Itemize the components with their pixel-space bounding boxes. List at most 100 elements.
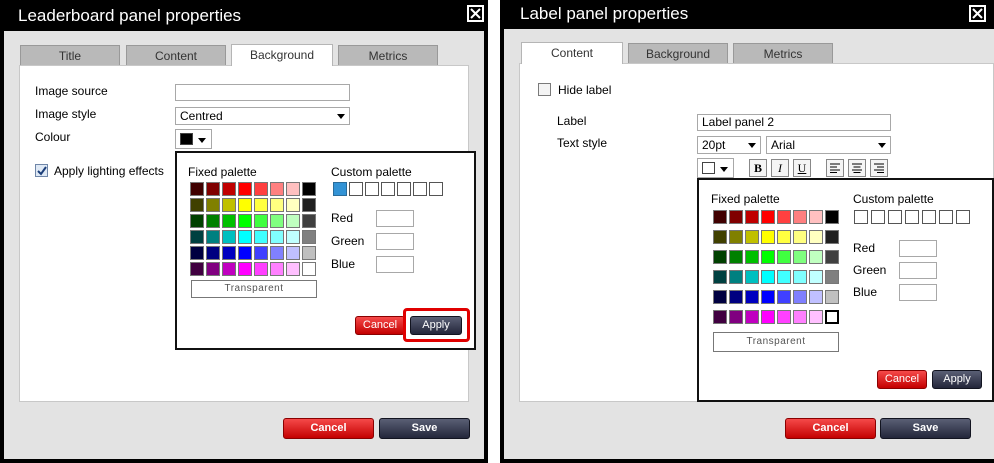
palette-swatch[interactable] bbox=[713, 290, 727, 304]
palette-swatch[interactable] bbox=[238, 198, 252, 212]
palette-swatch[interactable] bbox=[761, 270, 775, 284]
palette-swatch[interactable] bbox=[270, 214, 284, 228]
palette-swatch[interactable] bbox=[222, 214, 236, 228]
palette-swatch[interactable] bbox=[206, 262, 220, 276]
palette-swatch[interactable] bbox=[809, 270, 823, 284]
transparent-button[interactable]: Transparent bbox=[191, 280, 317, 298]
palette-swatch[interactable] bbox=[761, 250, 775, 264]
palette-swatch[interactable] bbox=[190, 198, 204, 212]
close-button[interactable] bbox=[969, 5, 986, 22]
palette-swatch[interactable] bbox=[825, 210, 839, 224]
palette-swatch[interactable] bbox=[222, 262, 236, 276]
custom-palette-swatch[interactable] bbox=[888, 210, 902, 224]
custom-palette-swatch[interactable] bbox=[349, 182, 363, 196]
palette-swatch[interactable] bbox=[190, 262, 204, 276]
palette-swatch[interactable] bbox=[777, 230, 791, 244]
palette-swatch[interactable] bbox=[825, 270, 839, 284]
tab-metrics[interactable]: Metrics bbox=[733, 43, 833, 63]
palette-swatch[interactable] bbox=[729, 250, 743, 264]
label-input[interactable]: Label panel 2 bbox=[697, 114, 891, 131]
palette-swatch[interactable] bbox=[238, 262, 252, 276]
save-button[interactable]: Save bbox=[880, 418, 971, 439]
palette-swatch[interactable] bbox=[793, 270, 807, 284]
custom-palette-swatch[interactable] bbox=[922, 210, 936, 224]
palette-swatch[interactable] bbox=[254, 214, 268, 228]
palette-swatch[interactable] bbox=[745, 290, 759, 304]
palette-swatch[interactable] bbox=[809, 290, 823, 304]
palette-swatch[interactable] bbox=[254, 182, 268, 196]
palette-swatch[interactable] bbox=[825, 310, 839, 324]
palette-swatch[interactable] bbox=[745, 210, 759, 224]
palette-swatch[interactable] bbox=[777, 250, 791, 264]
align-left-button[interactable] bbox=[826, 159, 844, 177]
custom-palette-swatch[interactable] bbox=[939, 210, 953, 224]
palette-swatch[interactable] bbox=[206, 214, 220, 228]
palette-swatch[interactable] bbox=[745, 310, 759, 324]
blue-input[interactable] bbox=[899, 284, 937, 301]
palette-swatch[interactable] bbox=[254, 262, 268, 276]
palette-cancel-button[interactable]: Cancel bbox=[355, 316, 405, 335]
cancel-button[interactable]: Cancel bbox=[283, 418, 374, 439]
custom-palette-swatch[interactable] bbox=[956, 210, 970, 224]
close-button[interactable] bbox=[467, 5, 484, 22]
green-input[interactable] bbox=[376, 233, 414, 250]
tab-background[interactable]: Background bbox=[231, 44, 333, 66]
palette-swatch[interactable] bbox=[729, 210, 743, 224]
palette-swatch[interactable] bbox=[761, 310, 775, 324]
palette-swatch[interactable] bbox=[729, 310, 743, 324]
palette-swatch[interactable] bbox=[238, 246, 252, 260]
palette-swatch[interactable] bbox=[745, 270, 759, 284]
palette-swatch[interactable] bbox=[745, 230, 759, 244]
colour-picker-button[interactable] bbox=[175, 129, 212, 149]
palette-swatch[interactable] bbox=[302, 230, 316, 244]
palette-swatch[interactable] bbox=[286, 214, 300, 228]
palette-swatch[interactable] bbox=[713, 310, 727, 324]
palette-swatch[interactable] bbox=[270, 246, 284, 260]
palette-swatch[interactable] bbox=[729, 230, 743, 244]
hide-label-checkbox[interactable] bbox=[538, 83, 551, 96]
palette-swatch[interactable] bbox=[190, 246, 204, 260]
red-input[interactable] bbox=[899, 240, 937, 257]
palette-swatch[interactable] bbox=[286, 182, 300, 196]
palette-swatch[interactable] bbox=[254, 198, 268, 212]
custom-palette-swatch[interactable] bbox=[905, 210, 919, 224]
font-family-select[interactable]: Arial bbox=[766, 136, 891, 154]
palette-swatch[interactable] bbox=[713, 230, 727, 244]
palette-swatch[interactable] bbox=[825, 290, 839, 304]
palette-swatch[interactable] bbox=[809, 210, 823, 224]
palette-swatch[interactable] bbox=[206, 182, 220, 196]
green-input[interactable] bbox=[899, 262, 937, 279]
palette-swatch[interactable] bbox=[286, 230, 300, 244]
palette-swatch[interactable] bbox=[222, 182, 236, 196]
palette-swatch[interactable] bbox=[206, 198, 220, 212]
palette-swatch[interactable] bbox=[190, 230, 204, 244]
font-size-select[interactable]: 20pt bbox=[697, 136, 761, 154]
palette-swatch[interactable] bbox=[761, 290, 775, 304]
palette-swatch[interactable] bbox=[777, 310, 791, 324]
palette-swatch[interactable] bbox=[793, 210, 807, 224]
palette-swatch[interactable] bbox=[777, 290, 791, 304]
custom-palette-swatch[interactable] bbox=[854, 210, 868, 224]
red-input[interactable] bbox=[376, 210, 414, 227]
underline-button[interactable]: U bbox=[793, 159, 811, 177]
custom-palette-swatch[interactable] bbox=[381, 182, 395, 196]
custom-palette-swatch[interactable] bbox=[333, 182, 347, 196]
palette-swatch[interactable] bbox=[809, 250, 823, 264]
palette-swatch[interactable] bbox=[286, 246, 300, 260]
palette-swatch[interactable] bbox=[713, 270, 727, 284]
palette-apply-button[interactable]: Apply bbox=[932, 370, 982, 389]
palette-cancel-button[interactable]: Cancel bbox=[877, 370, 927, 389]
cancel-button[interactable]: Cancel bbox=[785, 418, 876, 439]
palette-swatch[interactable] bbox=[302, 262, 316, 276]
palette-swatch[interactable] bbox=[761, 230, 775, 244]
palette-swatch[interactable] bbox=[777, 210, 791, 224]
palette-swatch[interactable] bbox=[222, 246, 236, 260]
palette-swatch[interactable] bbox=[825, 250, 839, 264]
image-source-input[interactable] bbox=[175, 84, 350, 101]
palette-swatch[interactable] bbox=[254, 230, 268, 244]
palette-swatch[interactable] bbox=[793, 250, 807, 264]
palette-swatch[interactable] bbox=[222, 230, 236, 244]
tab-content[interactable]: Content bbox=[126, 45, 226, 65]
palette-swatch[interactable] bbox=[302, 198, 316, 212]
align-center-button[interactable] bbox=[848, 159, 866, 177]
